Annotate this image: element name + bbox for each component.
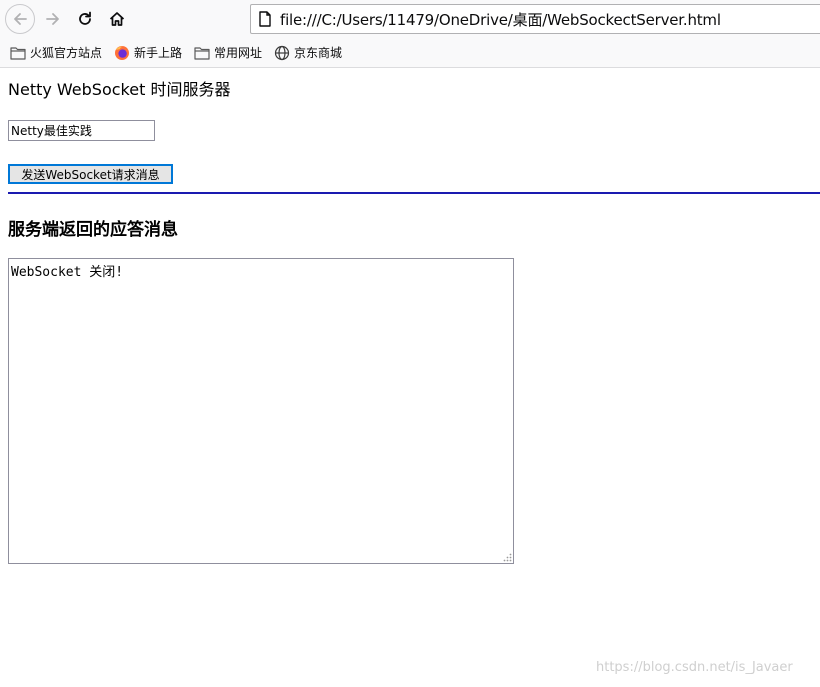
reload-icon [79, 11, 91, 25]
forward-button[interactable] [38, 4, 68, 34]
horizontal-rule [8, 192, 820, 194]
browser-toolbar: file:///C:/Users/11479/OneDrive/桌面/WebSo… [0, 0, 820, 38]
folder-icon [194, 46, 210, 60]
url-text: file:///C:/Users/11479/OneDrive/桌面/WebSo… [280, 10, 721, 29]
arrow-left-icon [14, 13, 27, 25]
home-button[interactable] [102, 4, 132, 34]
firefox-icon [114, 45, 130, 61]
bookmark-label: 京东商城 [294, 46, 343, 60]
watermark: https://blog.csdn.net/is_Javaer [596, 660, 793, 675]
back-button[interactable] [5, 4, 35, 34]
bookmark-label: 常用网址 [214, 46, 263, 60]
arrow-right-icon [46, 13, 59, 25]
bookmark-label: 火狐官方站点 [30, 46, 103, 60]
response-title: 服务端返回的应答消息 [8, 220, 178, 240]
bookmarks-bar: 火狐官方站点 新手上路 常用网址 京东商城 [0, 38, 820, 68]
bookmark-jd-mall[interactable]: 京东商城 [274, 44, 342, 61]
bookmark-firefox-official[interactable]: 火狐官方站点 [10, 44, 102, 61]
message-input[interactable] [8, 120, 155, 141]
globe-icon [274, 45, 290, 61]
reload-button[interactable] [70, 4, 100, 34]
home-icon [109, 12, 125, 26]
bookmark-getting-started[interactable]: 新手上路 [114, 44, 182, 61]
page-heading: Netty WebSocket 时间服务器 [8, 80, 231, 99]
page-icon [258, 11, 272, 27]
bookmark-common-sites[interactable]: 常用网址 [194, 44, 262, 61]
url-bar[interactable]: file:///C:/Users/11479/OneDrive/桌面/WebSo… [250, 4, 820, 34]
resize-grip-icon[interactable] [502, 552, 512, 562]
send-websocket-button[interactable]: 发送WebSocket请求消息 [8, 164, 173, 184]
bookmark-label: 新手上路 [134, 46, 183, 60]
folder-icon [10, 46, 26, 60]
response-textarea[interactable]: WebSocket 关闭! [8, 258, 514, 564]
